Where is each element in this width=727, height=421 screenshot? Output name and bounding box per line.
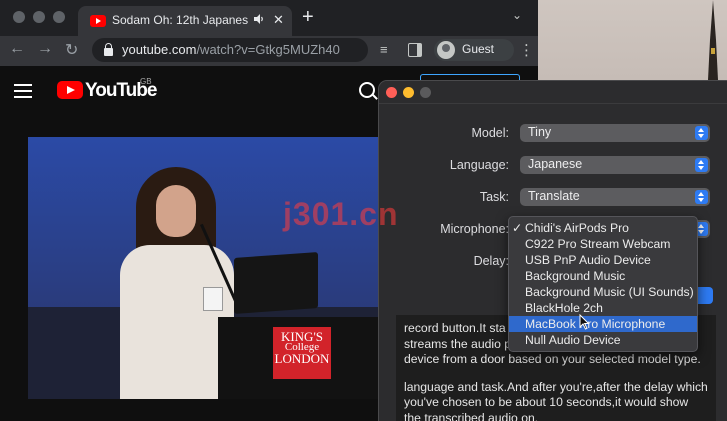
- watermark-text: j301.cn: [283, 196, 399, 232]
- app-close-button[interactable]: [386, 87, 397, 98]
- language-label: Language:: [449, 158, 509, 172]
- menu-item-background-music-ui[interactable]: Background Music (UI Sounds): [509, 284, 697, 300]
- menu-item-c922-webcam[interactable]: C922 Pro Stream Webcam: [509, 236, 697, 252]
- forward-arrow-icon[interactable]: →: [37, 40, 53, 58]
- model-select[interactable]: Tiny: [520, 124, 710, 142]
- laptop: [234, 252, 318, 314]
- menu-item-macbook-mic[interactable]: MacBook Pro Microphone: [509, 316, 697, 332]
- address-bar[interactable]: youtube.com/watch?v=Gtkg5MUZh40: [92, 38, 368, 62]
- youtube-favicon-icon: [90, 15, 106, 27]
- tab-close-icon[interactable]: ✕: [273, 12, 284, 28]
- lock-icon[interactable]: [104, 43, 113, 56]
- chevron-updown-icon: [695, 190, 708, 204]
- new-tab-button[interactable]: +: [302, 7, 314, 27]
- profile-label: Guest: [462, 42, 495, 56]
- youtube-logo-icon[interactable]: [57, 81, 83, 99]
- delay-label: Delay:: [473, 254, 509, 268]
- reload-icon[interactable]: ↻: [65, 40, 78, 60]
- more-menu-icon[interactable]: ⋮: [519, 41, 534, 59]
- side-panel-icon[interactable]: [408, 43, 422, 57]
- menu-item-airpods[interactable]: ✓ Chidi's AirPods Pro: [509, 220, 697, 236]
- url-host: youtube.com: [122, 42, 197, 57]
- task-select[interactable]: Translate: [520, 188, 710, 206]
- search-icon[interactable]: [359, 82, 375, 98]
- menu-item-blackhole[interactable]: BlackHole 2ch: [509, 300, 697, 316]
- kings-college-logo: KING'S College LONDON: [273, 327, 331, 379]
- tab-strip: Sodam Oh: 12th Japanese ✕ + ⌄: [0, 0, 538, 36]
- app-minimize-button[interactable]: [403, 87, 414, 98]
- hamburger-menu-icon[interactable]: [14, 84, 32, 98]
- browser-toolbar: ← → ↻ youtube.com/watch?v=Gtkg5MUZh40 ≡ …: [0, 36, 538, 66]
- url-text: youtube.com/watch?v=Gtkg5MUZh40: [122, 42, 340, 57]
- zoom-window-button[interactable]: [53, 11, 65, 23]
- tab-active[interactable]: Sodam Oh: 12th Japanese ✕: [78, 6, 292, 36]
- chevron-updown-icon: [695, 158, 708, 172]
- menu-item-null-audio[interactable]: Null Audio Device: [509, 332, 697, 348]
- country-code: GB: [140, 77, 152, 86]
- microphone-menu: ✓ Chidi's AirPods Pro C922 Pro Stream Web…: [508, 216, 698, 352]
- url-path: /watch?v=Gtkg5MUZh40: [196, 42, 340, 57]
- menu-item-background-music[interactable]: Background Music: [509, 268, 697, 284]
- app-zoom-button[interactable]: [420, 87, 431, 98]
- app-titlebar: [379, 81, 727, 104]
- model-label: Model:: [471, 126, 509, 140]
- mouse-pointer-icon: [579, 314, 590, 330]
- language-select[interactable]: Japanese: [520, 156, 710, 174]
- chevron-updown-icon: [695, 126, 708, 140]
- menu-item-usb-pnp[interactable]: USB PnP Audio Device: [509, 252, 697, 268]
- spire-image: [708, 0, 718, 80]
- profile-button[interactable]: Guest: [434, 39, 514, 61]
- tab-title: Sodam Oh: 12th Japanese: [112, 13, 248, 27]
- tab-search-chevron-icon[interactable]: ⌄: [512, 8, 522, 22]
- speaker-figure: [120, 245, 234, 399]
- reading-list-icon[interactable]: ≡: [380, 42, 388, 57]
- avatar-icon: [437, 41, 455, 59]
- close-window-button[interactable]: [13, 11, 25, 23]
- checkmark-icon: ✓: [512, 221, 523, 235]
- minimize-window-button[interactable]: [33, 11, 45, 23]
- video-player[interactable]: KING'S College LONDON: [28, 137, 378, 399]
- back-arrow-icon[interactable]: ←: [9, 40, 25, 58]
- speaker-icon[interactable]: [253, 13, 265, 25]
